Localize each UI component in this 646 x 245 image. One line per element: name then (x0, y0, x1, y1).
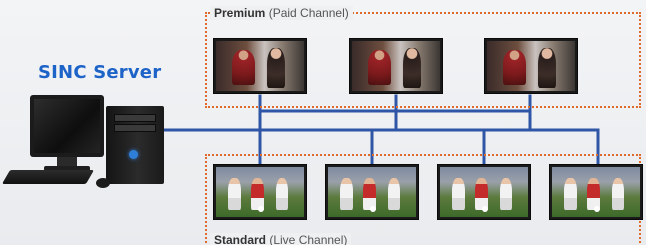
power-button-icon (129, 150, 138, 159)
standard-tv-4 (549, 164, 643, 220)
tv-screen (352, 41, 440, 91)
screen-player (611, 178, 625, 210)
screen-player (387, 178, 401, 210)
screen-ball (482, 206, 489, 212)
mouse (96, 178, 110, 188)
screen-figure (367, 50, 391, 85)
screen-figure (403, 48, 421, 88)
premium-group-label: Premium (Paid Channel) (210, 6, 353, 20)
monitor (30, 95, 104, 157)
screen-player (452, 178, 465, 210)
pc-tower (106, 106, 164, 184)
diagram-canvas: Premium (Paid Channel) Standard (Live Ch… (0, 0, 646, 245)
screen-player (564, 178, 577, 210)
screen-figure (502, 50, 526, 85)
screen-ball (594, 206, 601, 212)
premium-label-rest: (Paid Channel) (265, 6, 349, 20)
screen-player (499, 178, 513, 210)
drive-bay (114, 124, 156, 132)
tv-screen (487, 41, 575, 91)
premium-tv-2 (349, 38, 443, 94)
screen-figure (538, 48, 556, 88)
premium-label-bold: Premium (214, 6, 266, 20)
premium-tv-3 (484, 38, 578, 94)
screen-figure (267, 48, 285, 88)
standard-group-label: Standard (Live Channel) (210, 233, 352, 245)
tv-screen (552, 167, 640, 217)
standard-tv-2 (325, 164, 419, 220)
screen-player (275, 178, 289, 210)
standard-tv-3 (437, 164, 531, 220)
screen-player (228, 178, 241, 210)
server-title: SINC Server (38, 62, 162, 83)
standard-label-rest: (Live Channel) (266, 233, 348, 245)
screen-ball (370, 206, 377, 212)
screen-ball (258, 206, 265, 212)
premium-tv-1 (213, 38, 307, 94)
tv-screen (440, 167, 528, 217)
keyboard (1, 170, 95, 184)
standard-tv-1 (213, 164, 307, 220)
standard-label-bold: Standard (214, 233, 267, 245)
screen-player (340, 178, 353, 210)
tv-screen (216, 167, 304, 217)
monitor-display (34, 99, 100, 153)
drive-bay (114, 114, 156, 122)
tv-screen (328, 167, 416, 217)
tv-screen (216, 41, 304, 91)
screen-figure (231, 50, 255, 85)
